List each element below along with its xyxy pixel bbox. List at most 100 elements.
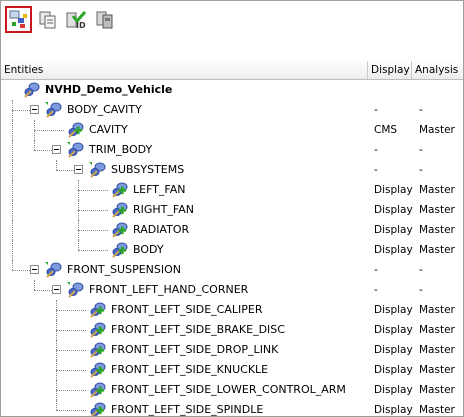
svg-text:ID: ID	[76, 21, 86, 30]
display-value[interactable]: Display	[374, 340, 413, 360]
tree-row[interactable]: BODY_CAVITY - -	[1, 100, 463, 120]
entity-group-icon	[96, 11, 112, 28]
analysis-value[interactable]: Master	[419, 220, 455, 240]
display-value[interactable]: Display	[374, 180, 413, 200]
analysis-value[interactable]: Master	[419, 120, 455, 140]
component-icon	[66, 121, 86, 139]
analysis-value[interactable]: -	[419, 160, 423, 180]
tree-guide-line	[34, 280, 35, 290]
tree-row[interactable]: FRONT_LEFT_SIDE_CALIPER Display Master	[1, 300, 463, 320]
tree-guide-line	[78, 240, 79, 250]
tree-row[interactable]: SUBSYSTEMS - -	[1, 160, 463, 180]
display-value[interactable]: Display	[374, 220, 413, 240]
tree-connector-line	[34, 290, 52, 291]
tree-row[interactable]: TRIM_BODY - -	[1, 140, 463, 160]
tree-connector-line	[56, 310, 86, 311]
display-value[interactable]: Display	[374, 360, 413, 380]
analysis-value[interactable]: Master	[419, 300, 455, 320]
analysis-value[interactable]: Master	[419, 240, 455, 260]
collapse-toggle-icon[interactable]	[30, 265, 39, 274]
entity-browser-panel: ID Entities Display Analysis NVHD_Demo_V…	[0, 0, 464, 417]
column-header: Entities Display Analysis	[1, 61, 463, 80]
analysis-value[interactable]: -	[419, 260, 423, 280]
tree-row[interactable]: FRONT_LEFT_SIDE_DROP_LINK Display Master	[1, 340, 463, 360]
display-value[interactable]: -	[374, 160, 378, 180]
analysis-value[interactable]: Master	[419, 380, 455, 400]
entity-label: TRIM_BODY	[89, 143, 153, 156]
display-value[interactable]: -	[374, 280, 378, 300]
tree-row[interactable]: FRONT_LEFT_SIDE_LOWER_CONTROL_ARM Display…	[1, 380, 463, 400]
component-icon	[110, 181, 130, 199]
assembly-icon	[22, 81, 42, 99]
tree-connector-line	[56, 410, 86, 411]
entity-view-button[interactable]	[5, 6, 32, 33]
entity-label: BODY	[133, 243, 164, 256]
component-icon	[88, 401, 108, 416]
entity-id-check-button[interactable]: ID	[63, 6, 90, 33]
component-icon	[88, 361, 108, 379]
analysis-value[interactable]: -	[419, 100, 423, 120]
analysis-value[interactable]: -	[419, 280, 423, 300]
analysis-value[interactable]: Master	[419, 400, 455, 416]
entity-group-button[interactable]	[91, 6, 118, 33]
tree-connector-line	[12, 110, 30, 111]
display-value[interactable]: Display	[374, 400, 413, 416]
tree-guide-line	[12, 260, 13, 270]
display-value[interactable]: -	[374, 260, 378, 280]
display-value[interactable]: Display	[374, 300, 413, 320]
display-value[interactable]: Display	[374, 320, 413, 340]
display-value[interactable]: -	[374, 140, 378, 160]
display-value[interactable]: Display	[374, 380, 413, 400]
tree-connector-line	[34, 130, 64, 131]
tree-connector-line	[34, 150, 52, 151]
display-value[interactable]: CMS	[374, 120, 397, 140]
display-column-header[interactable]: Display	[368, 61, 412, 79]
tree-row[interactable]: FRONT_LEFT_SIDE_BRAKE_DISC Display Master	[1, 320, 463, 340]
entities-column-header[interactable]: Entities	[1, 61, 368, 79]
entity-label: RADIATOR	[133, 223, 190, 236]
collapse-toggle-icon[interactable]	[52, 145, 61, 154]
analysis-value[interactable]: Master	[419, 340, 455, 360]
entity-copy-button[interactable]	[34, 6, 61, 33]
tree-row[interactable]: LEFT_FAN Display Master	[1, 180, 463, 200]
toolbar: ID	[1, 1, 463, 62]
tree-row[interactable]: CAVITY CMS Master	[1, 120, 463, 140]
tree-connector-line	[56, 350, 86, 351]
assembly-icon	[44, 101, 64, 119]
analysis-value[interactable]: -	[419, 140, 423, 160]
tree-row[interactable]: BODY Display Master	[1, 240, 463, 260]
tree-guide-line	[56, 160, 57, 170]
analysis-column-header[interactable]: Analysis	[412, 61, 463, 79]
component-icon	[110, 221, 130, 239]
entity-label: RIGHT_FAN	[133, 203, 194, 216]
analysis-value[interactable]: Master	[419, 360, 455, 380]
tree-row[interactable]: FRONT_SUSPENSION - -	[1, 260, 463, 280]
tree-connector-line	[56, 370, 86, 371]
tree-row[interactable]: RIGHT_FAN Display Master	[1, 200, 463, 220]
tree-connector-line	[56, 170, 74, 171]
tree-row[interactable]: FRONT_LEFT_SIDE_KNUCKLE Display Master	[1, 360, 463, 380]
analysis-value[interactable]: Master	[419, 320, 455, 340]
entity-tree: NVHD_Demo_Vehicle BODY_CAVITY - - CAVITY CMS M…	[1, 80, 463, 416]
analysis-value[interactable]: Master	[419, 180, 455, 200]
assembly-icon	[44, 261, 64, 279]
tree-row[interactable]: FRONT_LEFT_SIDE_SPINDLE Display Master	[1, 400, 463, 416]
tree-row[interactable]: NVHD_Demo_Vehicle	[1, 80, 463, 100]
display-value[interactable]: Display	[374, 240, 413, 260]
entity-copy-icon	[39, 11, 55, 28]
entity-label: FRONT_SUSPENSION	[67, 263, 182, 276]
collapse-toggle-icon[interactable]	[30, 105, 39, 114]
tree-row[interactable]: RADIATOR Display Master	[1, 220, 463, 240]
tree-connector-line	[56, 390, 86, 391]
analysis-value[interactable]: Master	[419, 200, 455, 220]
tree-row[interactable]: FRONT_LEFT_HAND_CORNER - -	[1, 280, 463, 300]
entity-label: NVHD_Demo_Vehicle	[45, 83, 173, 96]
collapse-toggle-icon[interactable]	[52, 285, 61, 294]
tree-connector-line	[78, 210, 108, 211]
collapse-toggle-icon[interactable]	[74, 165, 83, 174]
display-value[interactable]: -	[374, 100, 378, 120]
tree-guide-line	[12, 180, 13, 200]
tree-guide-line	[56, 400, 57, 410]
component-icon	[110, 241, 130, 259]
display-value[interactable]: Display	[374, 200, 413, 220]
